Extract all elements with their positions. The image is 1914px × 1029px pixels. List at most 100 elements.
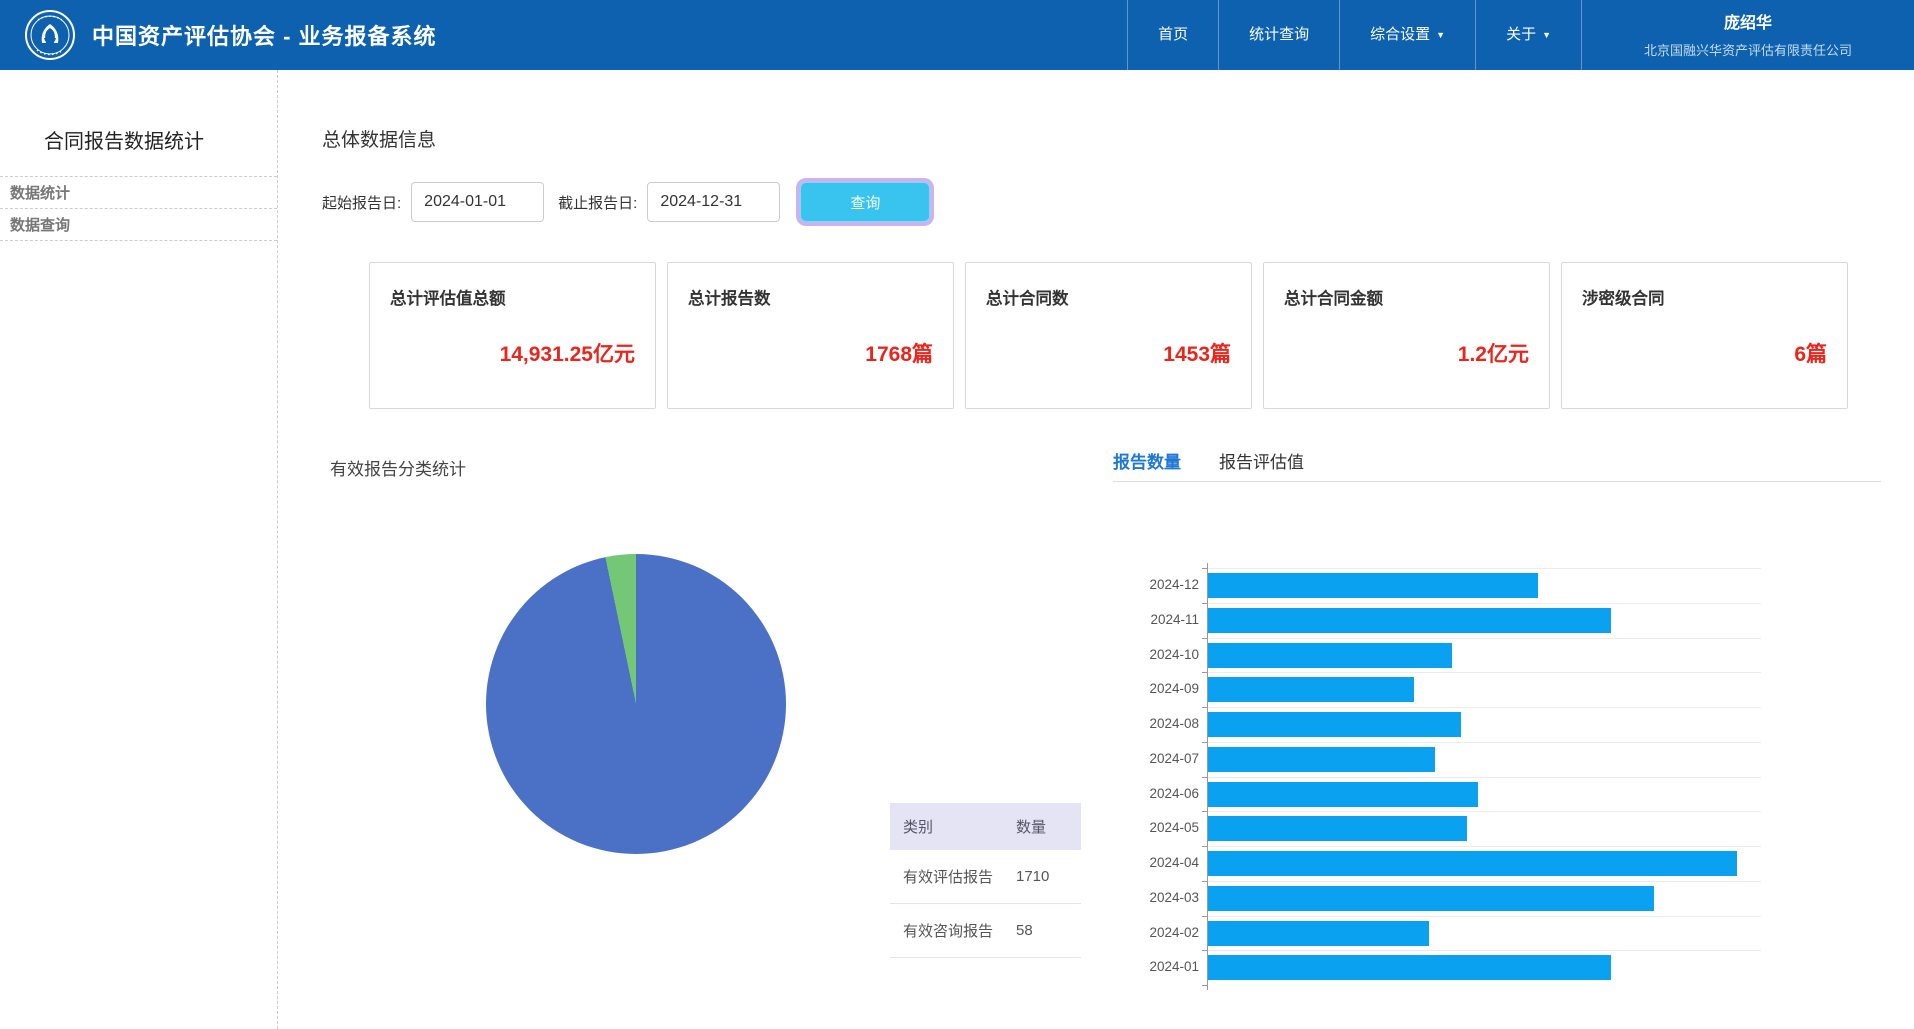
grid-split-line xyxy=(1208,916,1761,917)
bar-category-label: 2024-02 xyxy=(1113,925,1199,940)
grid-split-line xyxy=(1208,777,1761,778)
stat-card-title: 总计报告数 xyxy=(688,285,771,309)
bar-chart-tabs: 报告数量 报告评估值 xyxy=(1113,448,1304,473)
grid-split-line xyxy=(1208,568,1761,569)
bar-2024-06 xyxy=(1208,782,1478,807)
grid-split-line xyxy=(1208,950,1761,951)
axis-tick xyxy=(1202,672,1207,673)
bar-2024-09 xyxy=(1208,677,1414,702)
nav-item-1[interactable]: 统计查询 xyxy=(1218,0,1339,70)
axis-tick xyxy=(1202,811,1207,812)
grid-split-line xyxy=(1208,742,1761,743)
stat-card-title: 涉密级合同 xyxy=(1582,285,1665,309)
end-date-input[interactable] xyxy=(647,182,780,222)
sidebar: 合同报告数据统计 数据统计数据查询 xyxy=(0,70,278,1029)
sidebar-item-0[interactable]: 数据统计 xyxy=(0,176,277,208)
pie-chart-title: 有效报告分类统计 xyxy=(330,455,466,480)
stat-cards-row: 总计评估值总额14,931.25亿元总计报告数1768篇总计合同数1453篇总计… xyxy=(369,262,1848,409)
association-logo-icon xyxy=(24,9,76,61)
sidebar-title: 合同报告数据统计 xyxy=(0,70,277,176)
main-content: 总体数据信息 起始报告日: 截止报告日: 查询 总计评估值总额14,931.25… xyxy=(279,70,1914,1029)
bar-category-label: 2024-08 xyxy=(1113,716,1199,731)
bar-category-label: 2024-12 xyxy=(1113,577,1199,592)
start-date-label: 起始报告日: xyxy=(322,192,401,213)
stat-card-value: 1768篇 xyxy=(865,338,933,368)
axis-tick xyxy=(1202,777,1207,778)
axis-tick xyxy=(1202,950,1207,951)
bar-category-label: 2024-05 xyxy=(1113,820,1199,835)
bar-2024-03 xyxy=(1208,886,1654,911)
tabs-divider xyxy=(1113,481,1881,482)
user-company: 北京国融兴华资产评估有限责任公司 xyxy=(1582,40,1914,59)
pie-table-row-0: 有效评估报告1710 xyxy=(890,850,1081,904)
association-logo[interactable] xyxy=(24,9,76,61)
sidebar-item-1[interactable]: 数据查询 xyxy=(0,208,277,241)
stat-card-0: 总计评估值总额 14,931.25亿元 xyxy=(369,262,656,409)
report-category-pie-chart xyxy=(486,554,786,854)
grid-split-line xyxy=(1208,811,1761,812)
monthly-report-bar-chart: 2024-12 2024-11 2024-10 2024-09 2024-08 2024-… xyxy=(1113,568,1855,986)
axis-tick xyxy=(1202,603,1207,604)
grid-split-line xyxy=(1208,672,1761,673)
pie-data-table: 类别数量 有效评估报告1710有效咨询报告58 xyxy=(890,803,1081,958)
bar-category-label: 2024-10 xyxy=(1113,647,1199,662)
pie-table-cell: 有效评估报告 xyxy=(890,850,1010,904)
stat-card-1: 总计报告数 1768篇 xyxy=(667,262,954,409)
user-name: 庞绍华 xyxy=(1582,9,1914,33)
stat-card-value: 6篇 xyxy=(1794,338,1827,368)
stat-card-value: 14,931.25亿元 xyxy=(500,338,635,368)
bar-category-label: 2024-11 xyxy=(1113,612,1199,627)
stat-card-3: 总计合同金额1.2亿元 xyxy=(1263,262,1550,409)
pie-table-cell: 有效咨询报告 xyxy=(890,904,1010,958)
chevron-down-icon: ▼ xyxy=(1542,0,1551,70)
bar-category-label: 2024-09 xyxy=(1113,681,1199,696)
bar-2024-10 xyxy=(1208,643,1452,668)
app-title: 中国资产评估协会 - 业务报备系统 xyxy=(92,19,437,51)
axis-tick xyxy=(1202,707,1207,708)
date-filter-row: 起始报告日: 截止报告日: 查询 xyxy=(322,180,930,224)
tab-report-value[interactable]: 报告评估值 xyxy=(1219,448,1304,473)
tab-report-count[interactable]: 报告数量 xyxy=(1113,448,1181,473)
top-nav: 首页统计查询综合设置▼关于▼ xyxy=(1127,0,1581,70)
stat-card-title: 总计合同数 xyxy=(986,285,1069,309)
stat-card-value: 1453篇 xyxy=(1163,338,1231,368)
end-date-label: 截止报告日: xyxy=(558,192,637,213)
axis-tick xyxy=(1202,638,1207,639)
axis-tick xyxy=(1202,568,1207,569)
stat-card-2: 总计合同数 1453篇 xyxy=(965,262,1252,409)
pie-table-cell: 58 xyxy=(1010,904,1081,958)
chevron-down-icon: ▼ xyxy=(1436,0,1445,70)
axis-tick xyxy=(1202,985,1207,986)
stat-card-value: 1.2亿元 xyxy=(1458,338,1529,368)
bar-category-label: 2024-03 xyxy=(1113,890,1199,905)
user-menu[interactable]: 庞绍华 北京国融兴华资产评估有限责任公司 xyxy=(1581,0,1914,70)
bar-2024-08 xyxy=(1208,712,1461,737)
pie-table-row-1: 有效咨询报告58 xyxy=(890,904,1081,958)
pie-table-header-1: 数量 xyxy=(1010,803,1081,850)
pie-table-cell: 1710 xyxy=(1010,850,1081,904)
bar-category-label: 2024-06 xyxy=(1113,786,1199,801)
bar-2024-01 xyxy=(1208,955,1611,980)
grid-split-line xyxy=(1208,603,1761,604)
nav-item-2[interactable]: 综合设置▼ xyxy=(1339,0,1475,70)
bar-2024-12 xyxy=(1208,573,1538,598)
bar-category-label: 2024-07 xyxy=(1113,751,1199,766)
pie-table-header-0: 类别 xyxy=(890,803,1010,850)
stat-card-title: 总计评估值总额 xyxy=(390,285,506,309)
start-date-input[interactable] xyxy=(411,182,544,222)
nav-item-0[interactable]: 首页 xyxy=(1127,0,1218,70)
bar-2024-07 xyxy=(1208,747,1435,772)
query-button[interactable]: 查询 xyxy=(800,182,930,222)
bar-category-label: 2024-01 xyxy=(1113,959,1199,974)
bar-2024-11 xyxy=(1208,608,1611,633)
grid-split-line xyxy=(1208,881,1761,882)
axis-tick xyxy=(1202,916,1207,917)
axis-tick xyxy=(1202,742,1207,743)
bar-2024-05 xyxy=(1208,816,1467,841)
nav-item-3[interactable]: 关于▼ xyxy=(1475,0,1581,70)
stat-card-4: 涉密级合同 6篇 xyxy=(1561,262,1848,409)
top-header-bar: 中国资产评估协会 - 业务报备系统 首页统计查询综合设置▼关于▼ 庞绍华 北京国… xyxy=(0,0,1914,70)
axis-tick xyxy=(1202,881,1207,882)
axis-tick xyxy=(1202,846,1207,847)
grid-split-line xyxy=(1208,846,1761,847)
